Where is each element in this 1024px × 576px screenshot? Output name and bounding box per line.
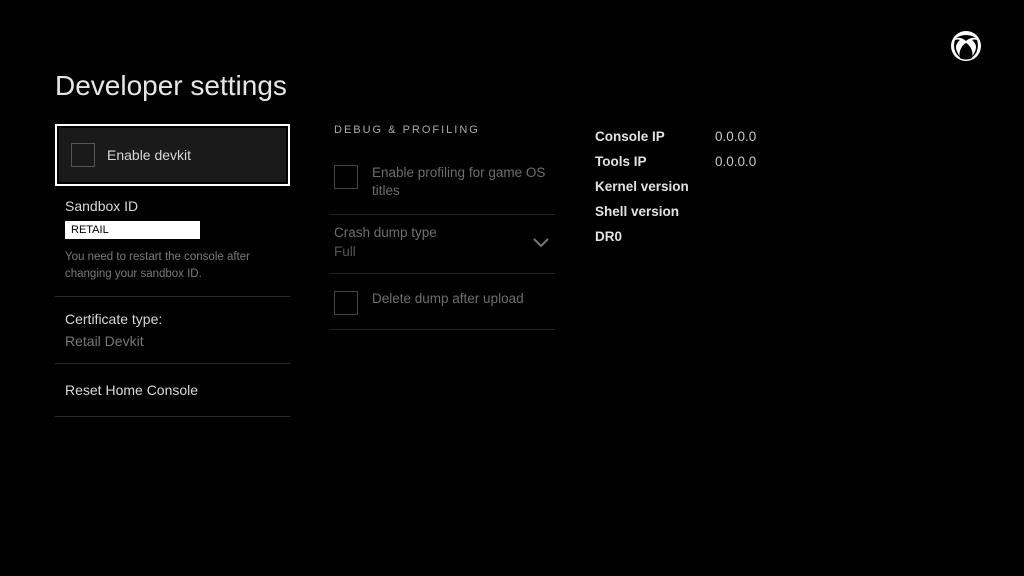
info-row-console-ip: Console IP 0.0.0.0 bbox=[595, 124, 875, 149]
divider bbox=[55, 416, 290, 417]
info-key: Kernel version bbox=[595, 179, 715, 194]
enable-devkit-label: Enable devkit bbox=[107, 147, 191, 163]
crash-dump-value: Full bbox=[334, 244, 551, 259]
info-value: 0.0.0.0 bbox=[715, 129, 756, 144]
info-row-kernel-version: Kernel version bbox=[595, 174, 875, 199]
left-column: Enable devkit Sandbox ID You need to res… bbox=[55, 124, 290, 417]
certificate-block: Certificate type: Retail Devkit bbox=[55, 297, 290, 363]
info-row-tools-ip: Tools IP 0.0.0.0 bbox=[595, 149, 875, 174]
enable-devkit-checkbox[interactable] bbox=[71, 143, 95, 167]
enable-profiling-label: Enable profiling for game OS titles bbox=[372, 164, 551, 200]
info-key: Console IP bbox=[595, 129, 715, 144]
xbox-logo-icon bbox=[950, 30, 982, 62]
crash-dump-type-select[interactable]: Crash dump type Full bbox=[330, 215, 555, 273]
reset-home-console-button[interactable]: Reset Home Console bbox=[55, 364, 290, 416]
sandbox-id-input[interactable] bbox=[65, 221, 200, 239]
info-key: Tools IP bbox=[595, 154, 715, 169]
info-value: 0.0.0.0 bbox=[715, 154, 756, 169]
chevron-down-icon bbox=[533, 235, 549, 245]
info-key: Shell version bbox=[595, 204, 715, 219]
delete-dump-row[interactable]: Delete dump after upload bbox=[330, 274, 555, 329]
info-row-dr0: DR0 bbox=[595, 224, 875, 249]
page-title: Developer settings bbox=[55, 70, 969, 102]
info-column: Console IP 0.0.0.0 Tools IP 0.0.0.0 Kern… bbox=[595, 124, 875, 249]
enable-profiling-checkbox[interactable] bbox=[334, 165, 358, 189]
debug-column: DEBUG & PROFILING Enable profiling for g… bbox=[330, 124, 555, 330]
delete-dump-checkbox[interactable] bbox=[334, 291, 358, 315]
enable-devkit-row[interactable]: Enable devkit bbox=[55, 124, 290, 186]
sandbox-helper-text: You need to restart the console after ch… bbox=[65, 249, 280, 282]
info-key: DR0 bbox=[595, 229, 715, 244]
debug-section-heading: DEBUG & PROFILING bbox=[334, 124, 555, 136]
delete-dump-label: Delete dump after upload bbox=[372, 290, 524, 308]
crash-dump-label: Crash dump type bbox=[334, 225, 551, 240]
divider bbox=[330, 329, 555, 330]
sandbox-id-heading: Sandbox ID bbox=[65, 198, 290, 214]
info-row-shell-version: Shell version bbox=[595, 199, 875, 224]
certificate-type-value: Retail Devkit bbox=[65, 333, 280, 349]
enable-profiling-row[interactable]: Enable profiling for game OS titles bbox=[330, 156, 555, 214]
certificate-type-label: Certificate type: bbox=[65, 311, 280, 327]
